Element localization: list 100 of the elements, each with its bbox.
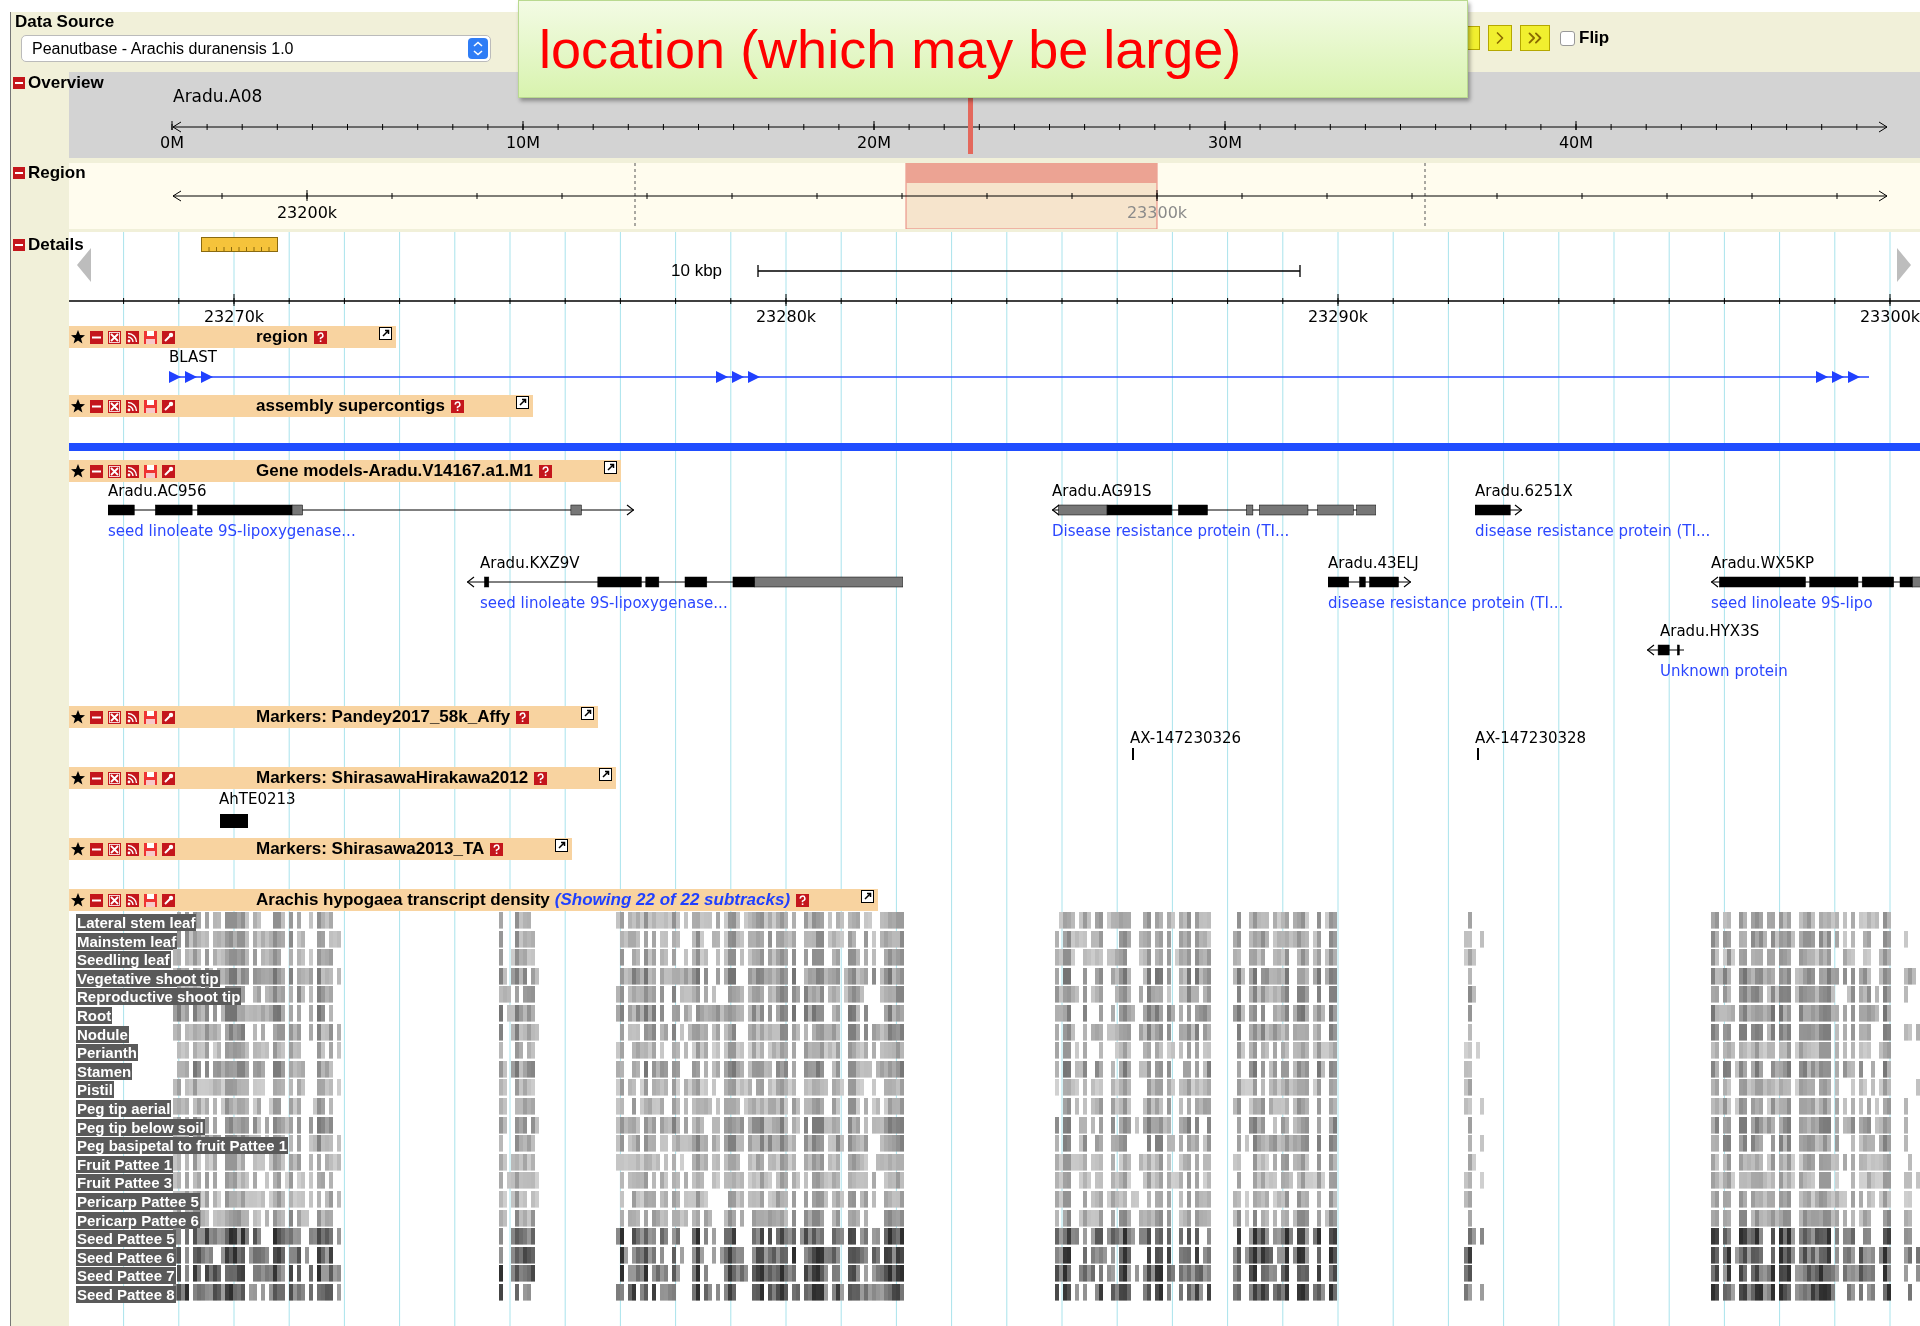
help-icon[interactable] [490,842,504,856]
axis-label: 23280k [755,307,817,326]
axis-label: 23300k [1859,307,1920,326]
forward-button[interactable] [1488,25,1512,51]
rss-icon[interactable] [126,464,139,478]
minus-icon[interactable] [90,399,103,413]
close-icon[interactable] [108,464,121,478]
gene-model-drawing[interactable] [1328,575,1411,589]
star-icon[interactable] [71,330,85,344]
gene-model-drawing[interactable] [108,503,634,517]
popout-icon[interactable] [378,327,392,340]
help-icon[interactable] [796,893,810,907]
gene-description[interactable]: seed linoleate 9S-lipo [1711,594,1873,612]
close-icon[interactable] [108,842,121,856]
marker-tick[interactable] [1132,748,1134,760]
popout-icon[interactable] [861,890,875,903]
subtrack-label: Fruit Pattee 1 [76,1155,174,1173]
help-icon[interactable] [450,399,464,413]
subtrack-label: Seedling leaf [76,951,171,969]
close-icon[interactable] [108,771,121,785]
gene-name: Aradu.43ELJ [1328,554,1419,572]
wrench-icon[interactable] [162,399,175,413]
minus-icon[interactable] [90,330,103,344]
gene-description[interactable]: disease resistance protein (TI... [1328,594,1564,612]
gene-model-drawing[interactable] [467,575,903,589]
marker-block[interactable] [220,814,248,828]
close-icon[interactable] [108,893,121,907]
star-icon[interactable] [71,842,85,856]
star-icon[interactable] [71,464,85,478]
rss-icon[interactable] [126,771,139,785]
gene-model-drawing[interactable] [1475,503,1522,517]
popout-icon[interactable] [515,396,529,409]
track-title: Markers: ShirasawaHirakawa2012 [256,767,529,790]
gene-description[interactable]: Unknown protein [1660,662,1788,680]
track-title: Markers: Pandey2017_58k_Affy [256,706,511,729]
ruler-icon[interactable] [201,237,278,252]
star-icon[interactable] [71,710,85,724]
subtrack-label: Root [76,1006,113,1024]
close-icon[interactable] [108,399,121,413]
popout-icon[interactable] [555,839,569,852]
subtrack-label: Mainstem leaf [76,932,178,950]
rss-icon[interactable] [126,893,139,907]
gene-model-drawing[interactable] [1711,575,1920,589]
subtrack-count[interactable]: (Showing 22 of 22 subtracks) [554,887,791,913]
flip-checkbox[interactable] [1560,30,1575,46]
axis-label: 0M [160,133,184,152]
wrench-icon[interactable] [162,710,175,724]
scroll-left-icon[interactable] [77,248,91,282]
marker-name: AX-147230326 [1130,729,1242,747]
wrench-icon[interactable] [162,842,175,856]
minus-icon[interactable] [90,771,103,785]
fast-forward-button[interactable] [1520,25,1550,51]
section-title: Overview [28,74,104,91]
wrench-icon[interactable] [162,771,175,785]
flip-label: Flip [1579,27,1610,50]
rss-icon[interactable] [126,710,139,724]
gene-model-drawing[interactable] [1647,643,1684,657]
subtrack-label: Seed Pattee 8 [76,1285,176,1303]
rss-icon[interactable] [126,330,139,344]
close-icon[interactable] [108,330,121,344]
axis-label: 23200k [276,203,338,222]
wrench-icon[interactable] [162,330,175,344]
axis-label: 20M [856,133,892,152]
gene-description[interactable]: Disease resistance protein (TI... [1052,522,1290,540]
marker-tick[interactable] [1477,748,1479,760]
gene-description[interactable]: disease resistance protein (TI... [1475,522,1711,540]
gene-name: Aradu.AG91S [1052,482,1152,500]
close-icon[interactable] [108,710,121,724]
gene-description[interactable]: seed linoleate 9S-lipoxygenase... [108,522,356,540]
minus-icon[interactable] [90,893,103,907]
collapse-icon[interactable] [13,166,25,179]
minus-icon[interactable] [90,842,103,856]
minus-icon[interactable] [90,710,103,724]
help-icon[interactable] [516,710,530,724]
rss-icon[interactable] [126,399,139,413]
blast-hit-drawing[interactable] [169,370,1869,384]
section-title: Details [28,236,84,253]
help-icon[interactable] [538,464,552,478]
axis-label: 23290k [1307,307,1369,326]
axis-label: 23300k [1126,203,1188,222]
rss-icon[interactable] [126,842,139,856]
gene-description[interactable]: seed linoleate 9S-lipoxygenase... [480,594,728,612]
popout-icon[interactable] [599,768,613,781]
star-icon[interactable] [71,399,85,413]
marker-name: AX-147230328 [1475,729,1587,747]
gene-model-drawing[interactable] [1052,503,1376,517]
minus-icon[interactable] [90,464,103,478]
track-title: Gene models-Aradu.V14167.a1.M1 [256,460,533,483]
wrench-icon[interactable] [162,464,175,478]
star-icon[interactable] [71,771,85,785]
help-icon[interactable] [534,771,548,785]
collapse-icon[interactable] [13,76,25,89]
star-icon[interactable] [71,893,85,907]
collapse-icon[interactable] [13,238,25,251]
help-icon[interactable] [313,330,327,344]
popout-icon[interactable] [581,707,595,720]
data-source-select[interactable]: Peanutbase - Arachis duranensis 1.0 [21,35,491,62]
gene-name: Aradu.AC956 [108,482,207,500]
popout-icon[interactable] [603,461,617,474]
wrench-icon[interactable] [162,893,175,907]
